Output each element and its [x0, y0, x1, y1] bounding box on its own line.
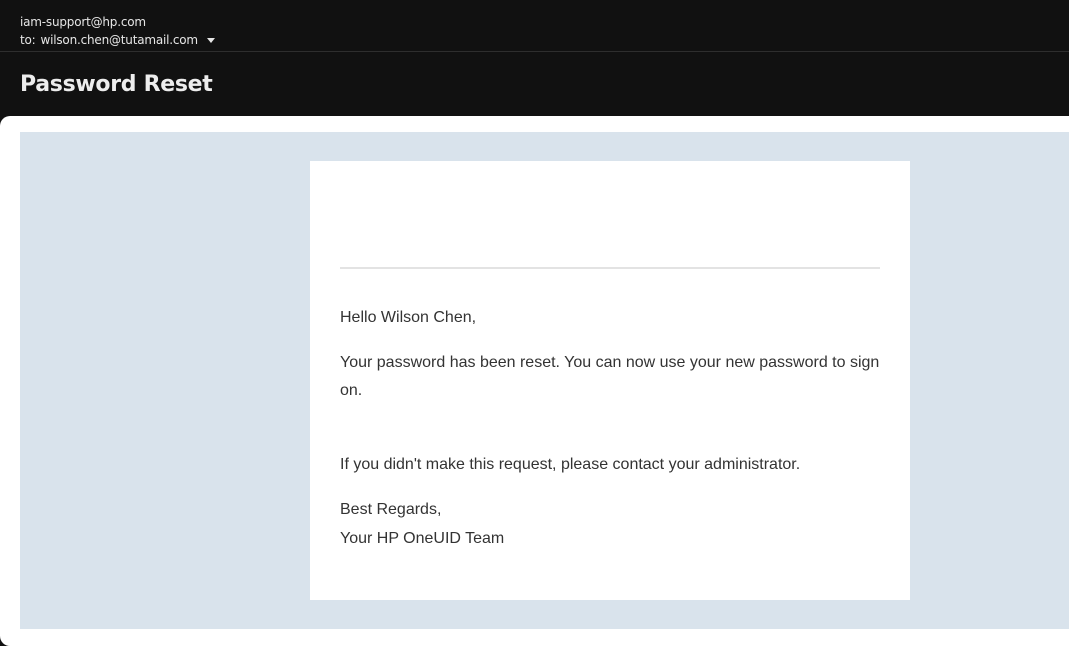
header-divider [0, 51, 1069, 52]
admin-note-text: If you didn't make this request, please … [340, 456, 801, 473]
signature-text: Your HP OneUID Team [340, 530, 505, 547]
email-background: Hello Wilson Chen, Your password has bee… [20, 132, 1069, 629]
closing-text: Best Regards, [340, 501, 442, 518]
recipient-address[interactable]: wilson.chen@tutamail.com [41, 33, 199, 47]
sender-address[interactable]: iam-support@hp.com [20, 15, 146, 29]
message-card: Hello Wilson Chen, Your password has bee… [310, 161, 910, 600]
chevron-down-icon[interactable] [206, 38, 215, 43]
greeting-text: Hello Wilson Chen, [340, 309, 477, 326]
recipient-line[interactable]: to: wilson.chen@tutamail.com [20, 33, 215, 47]
email-header: iam-support@hp.com to: wilson.chen@tutam… [0, 0, 1069, 116]
to-label: to: [20, 33, 36, 47]
message-body-text: Your password has been reset. You can no… [340, 354, 880, 399]
card-divider [340, 267, 880, 269]
email-body-panel: Hello Wilson Chen, Your password has bee… [0, 116, 1069, 646]
email-subject: Password Reset [20, 72, 213, 97]
